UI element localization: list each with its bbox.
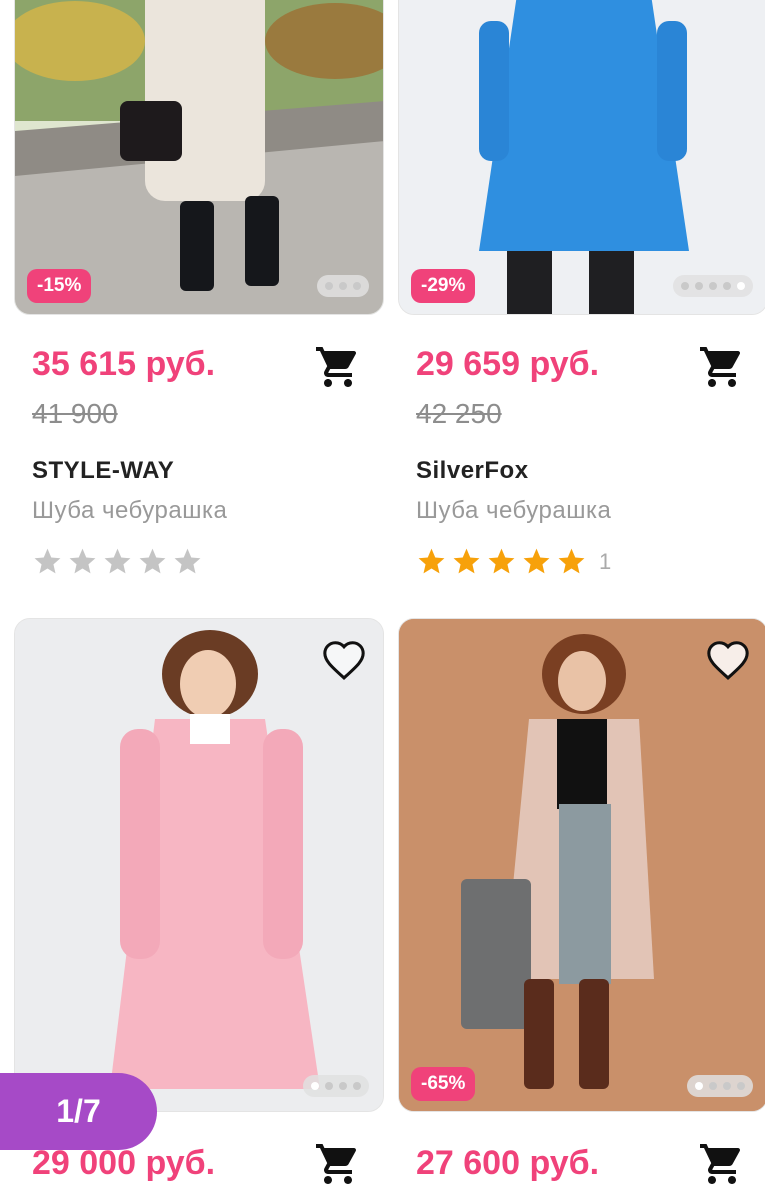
image-dot-active	[311, 1082, 319, 1090]
discount-badge: -15%	[27, 269, 92, 303]
favorite-heart-icon[interactable]	[705, 637, 751, 683]
page-indicator: 1/7	[0, 1073, 157, 1150]
product-brand: STYLE-WAY	[32, 457, 175, 484]
add-to-cart-icon[interactable]	[314, 343, 362, 391]
product-brand: SilverFox	[416, 457, 529, 484]
image-dot	[353, 282, 361, 290]
star-icon	[488, 548, 515, 574]
image-pagination	[317, 275, 369, 297]
review-count: 1	[599, 548, 612, 574]
add-to-cart-icon[interactable]	[314, 1140, 362, 1188]
image-dot	[339, 1082, 347, 1090]
image-dot-active	[695, 1082, 703, 1090]
product-photo	[15, 0, 383, 314]
star-icon	[34, 548, 61, 574]
image-pagination	[303, 1075, 369, 1097]
discount-badge: -29%	[411, 269, 476, 303]
product-title: Шуба чебурашка	[416, 497, 612, 524]
star-icon	[104, 548, 131, 574]
product-photo	[399, 619, 765, 1111]
image-dot	[339, 282, 347, 290]
star-icon	[69, 548, 96, 574]
product-photo	[15, 619, 383, 1111]
product-price: 35 615 руб.	[32, 345, 216, 383]
product-price: 29 659 руб.	[416, 345, 600, 383]
discount-badge: -65%	[411, 1067, 476, 1101]
image-pagination	[687, 1075, 753, 1097]
image-dot	[709, 1082, 717, 1090]
old-price: 41 900	[32, 398, 118, 429]
add-to-cart-icon[interactable]	[698, 1140, 746, 1188]
star-icon	[523, 548, 550, 574]
old-price: 42 250	[416, 398, 502, 429]
product-title: Шуба чебурашка	[32, 497, 228, 524]
star-icon	[139, 548, 166, 574]
image-pagination	[673, 275, 753, 297]
image-dot-active	[737, 282, 745, 290]
image-dot	[695, 282, 703, 290]
image-dot	[723, 282, 731, 290]
star-icon	[558, 548, 585, 574]
image-dot	[723, 1082, 731, 1090]
image-dot	[681, 282, 689, 290]
product-image[interactable]	[14, 618, 384, 1112]
image-dot	[353, 1082, 361, 1090]
image-dot	[709, 282, 717, 290]
star-icon	[418, 548, 445, 574]
rating-stars: 1	[416, 546, 611, 577]
product-photo	[399, 0, 765, 314]
favorite-heart-icon[interactable]	[321, 637, 367, 683]
image-dot	[325, 282, 333, 290]
star-icon	[174, 548, 201, 574]
rating-stars	[32, 546, 203, 577]
image-dot	[737, 1082, 745, 1090]
product-price: 27 600 руб.	[416, 1144, 600, 1182]
image-dot	[325, 1082, 333, 1090]
product-image[interactable]: -65%	[398, 618, 765, 1112]
product-image[interactable]: -15%	[14, 0, 384, 315]
star-icon	[453, 548, 480, 574]
product-image[interactable]: -29%	[398, 0, 765, 315]
add-to-cart-icon[interactable]	[698, 343, 746, 391]
